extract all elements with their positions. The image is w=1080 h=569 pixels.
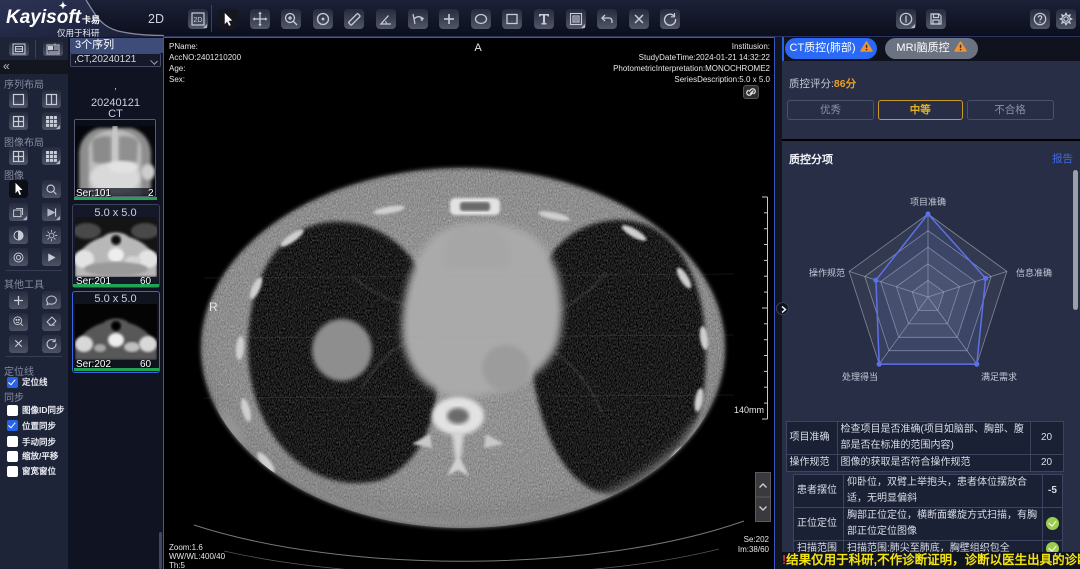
svg-text:2D: 2D (194, 17, 203, 24)
